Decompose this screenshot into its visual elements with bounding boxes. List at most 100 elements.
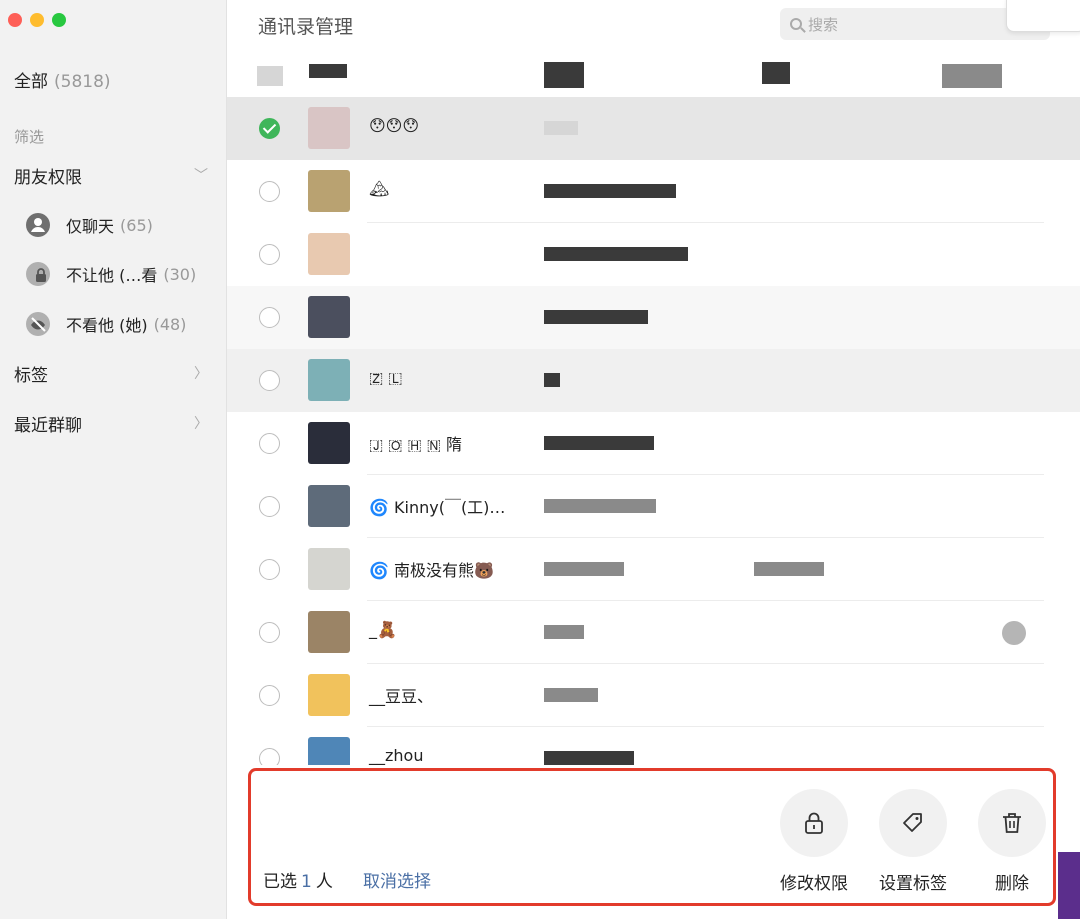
row-checkbox[interactable] <box>259 181 280 202</box>
table-row[interactable]: 🌀 南极没有熊🐻 <box>227 538 1080 601</box>
remark-blur <box>754 562 824 576</box>
eye-hidden-icon <box>1002 621 1026 645</box>
remark-blur <box>544 373 560 387</box>
chevron-down-icon: ﹀ <box>194 168 208 184</box>
contact-name: 🌀 Kinny(￣(工)… <box>369 498 506 517</box>
sidebar-item-recent-groups[interactable]: 最近群聊 〉 <box>14 408 214 438</box>
remark-blur <box>544 562 624 576</box>
sidebar-item-tags[interactable]: 标签 〉 <box>14 358 214 388</box>
action-label: 删除 <box>995 874 1029 894</box>
page-title: 通讯录管理 <box>258 16 354 38</box>
contact-name: 😯😯😯 <box>369 116 420 135</box>
avatar <box>308 107 350 149</box>
row-checkbox[interactable] <box>259 433 280 454</box>
row-checkbox[interactable] <box>259 685 280 706</box>
contact-name: 🇿 🇱 <box>369 368 403 387</box>
remark-blur <box>544 184 676 198</box>
remark-blur <box>544 625 584 639</box>
modify-permissions-button[interactable]: 修改权限 <box>769 789 859 894</box>
contact-name: __豆豆、 <box>369 687 434 706</box>
stacked-windows-decoration <box>1006 0 1080 32</box>
row-checkbox[interactable] <box>259 244 280 265</box>
row-checkbox[interactable] <box>259 496 280 517</box>
row-checkbox[interactable] <box>259 307 280 328</box>
cancel-selection-button[interactable]: 取消选择 <box>363 867 431 892</box>
avatar <box>308 422 350 464</box>
table-row[interactable]: 🌀 Kinny(￣(工)… <box>227 475 1080 538</box>
remark-blur <box>544 436 654 450</box>
table-row[interactable]: 🇿 🇱 <box>227 349 1080 412</box>
contact-name: 🏔 <box>369 179 390 198</box>
sidebar-item-label: 朋友权限 <box>14 167 82 188</box>
header-label-blur <box>544 62 584 88</box>
sidebar-item-label: 标签 <box>14 365 48 386</box>
table-row[interactable]: 🏔 <box>227 160 1080 223</box>
sidebar-item-label: 全部 <box>14 72 48 92</box>
table-row[interactable] <box>227 223 1080 286</box>
row-checkbox[interactable] <box>259 370 280 391</box>
sidebar-item-chat-only[interactable]: 仅聊天 (65) <box>26 210 216 240</box>
chat-only-icon <box>26 213 50 237</box>
bulk-action-bar: 已选 1 人 取消选择 修改权限 设置标签 删除 <box>248 768 1056 906</box>
background-window-edge <box>1058 852 1080 919</box>
header-label-blur <box>762 62 790 84</box>
filter-section-label: 筛选 <box>14 128 45 146</box>
row-checkbox[interactable] <box>259 118 280 139</box>
avatar <box>308 611 350 653</box>
table-row[interactable]: 🇯 🇴 🇭 🇳 隋 <box>227 412 1080 475</box>
avatar <box>308 737 350 765</box>
sidebar-item-label: 最近群聊 <box>14 415 82 436</box>
action-label: 修改权限 <box>780 874 848 894</box>
chevron-right-icon: 〉 <box>194 366 208 382</box>
remark-blur <box>544 751 634 765</box>
avatar <box>308 170 350 212</box>
remark-blur <box>544 688 598 702</box>
remark-blur <box>544 247 688 261</box>
sidebar-item-all[interactable]: 全部 (5818) <box>14 67 111 92</box>
contact-name: __zhou <box>369 746 424 765</box>
avatar <box>308 296 350 338</box>
eye-hidden-icon <box>26 312 50 336</box>
sidebar-item-label: 不看他 (她) <box>66 316 148 335</box>
tag-icon <box>879 789 947 857</box>
sidebar-item-hide-moments[interactable]: 不让他 (…看 (30) <box>26 259 216 289</box>
table-row[interactable]: __豆豆、 <box>227 664 1080 727</box>
sidebar-item-label: 不让他 (…看 <box>66 266 158 285</box>
row-checkbox[interactable] <box>259 748 280 765</box>
row-checkbox[interactable] <box>259 622 280 643</box>
sidebar-item-count: (30) <box>163 264 197 284</box>
avatar <box>308 674 350 716</box>
remark-blur <box>544 499 656 513</box>
table-row[interactable]: _🧸 <box>227 601 1080 664</box>
selected-count: 已选 1 人 <box>263 867 333 892</box>
zoom-window-button[interactable] <box>52 13 66 27</box>
trash-icon <box>978 789 1046 857</box>
close-window-button[interactable] <box>8 13 22 27</box>
avatar <box>308 359 350 401</box>
search-icon <box>790 18 802 30</box>
search-placeholder: 搜索 <box>808 15 839 34</box>
contact-name: 🌀 南极没有熊🐻 <box>369 561 494 580</box>
contact-name: _🧸 <box>369 620 397 639</box>
sidebar-item-friend-permissions[interactable]: 朋友权限 ﹀ <box>14 160 214 190</box>
sidebar-item-hide-their-moments[interactable]: 不看他 (她) (48) <box>26 309 216 339</box>
sidebar-item-count: (5818) <box>54 72 111 92</box>
avatar <box>308 548 350 590</box>
selected-count-suffix: 人 <box>315 872 333 892</box>
delete-button[interactable]: 删除 <box>967 789 1057 894</box>
table-row[interactable] <box>227 286 1080 349</box>
sidebar: 全部 (5818) 筛选 朋友权限 ﹀ 仅聊天 (65) 不让他 (…看 (30)… <box>0 0 227 919</box>
remark-blur <box>544 121 578 135</box>
set-tag-button[interactable]: 设置标签 <box>868 789 958 894</box>
minimize-window-button[interactable] <box>30 13 44 27</box>
header-label-blur <box>942 64 1002 88</box>
contact-list: 😯😯😯 🏔 🇿 🇱 🇯 🇴 🇭 🇳 隋 🌀 Kinny(￣(工)… 🌀 南极没有… <box>227 97 1080 765</box>
sidebar-item-count: (65) <box>120 215 153 235</box>
row-checkbox[interactable] <box>259 559 280 580</box>
selected-count-number: 1 <box>301 872 312 892</box>
selected-count-prefix: 已选 <box>263 872 297 892</box>
contact-name: 🇯 🇴 🇭 🇳 隋 <box>369 435 462 454</box>
table-row[interactable]: __zhou <box>227 727 1080 765</box>
table-row[interactable]: 😯😯😯 <box>227 97 1080 160</box>
remark-blur <box>544 310 648 324</box>
